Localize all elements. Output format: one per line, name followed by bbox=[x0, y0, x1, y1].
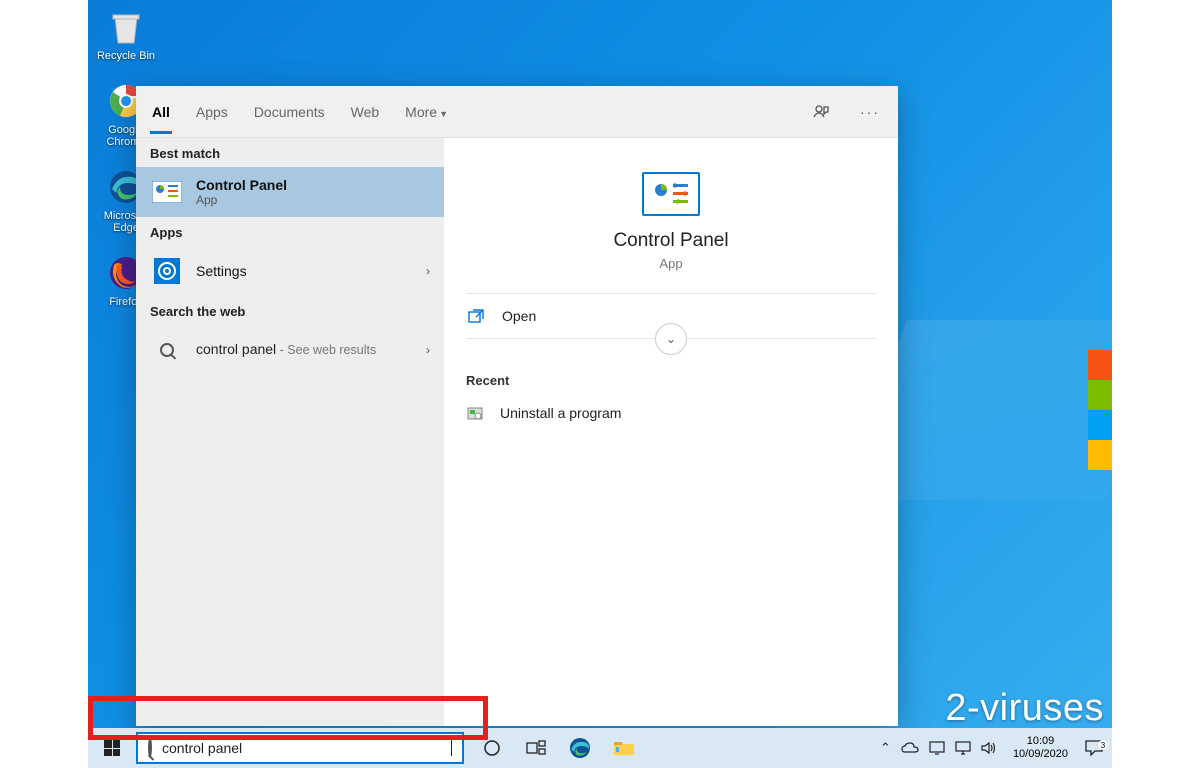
watermark-text: 2-viruses bbox=[945, 687, 1104, 730]
system-tray: ⌃ bbox=[872, 740, 1005, 756]
task-view-icon[interactable] bbox=[514, 728, 558, 768]
desktop-icon-label: Recycle Bin bbox=[97, 50, 155, 62]
chevron-right-icon: › bbox=[426, 343, 430, 357]
control-panel-icon bbox=[150, 175, 184, 209]
recent-item[interactable]: Uninstall a program bbox=[466, 398, 876, 428]
details-title: Control Panel bbox=[613, 230, 728, 252]
desktop-icon-recycle-bin[interactable]: Recycle Bin bbox=[96, 6, 156, 62]
tab-documents[interactable]: Documents bbox=[252, 90, 327, 134]
text-cursor bbox=[451, 740, 452, 756]
recycle-bin-icon bbox=[105, 6, 147, 48]
onedrive-icon[interactable] bbox=[901, 742, 919, 754]
search-icon bbox=[150, 333, 184, 367]
apps-header: Apps bbox=[136, 217, 444, 246]
cortana-icon[interactable] bbox=[470, 728, 514, 768]
recent-header: Recent bbox=[466, 373, 876, 388]
result-title: Settings bbox=[196, 263, 426, 279]
result-web-search[interactable]: control panel - See web results › bbox=[136, 325, 444, 375]
tab-apps[interactable]: Apps bbox=[194, 90, 230, 134]
web-header: Search the web bbox=[136, 296, 444, 325]
start-button[interactable] bbox=[88, 728, 136, 768]
search-tabs: All Apps Documents Web More▼ ··· bbox=[136, 86, 898, 138]
result-subtitle: App bbox=[196, 193, 430, 207]
volume-icon[interactable] bbox=[981, 741, 997, 755]
taskbar: ⌃ 10:09 10/09/2020 3 bbox=[88, 728, 1112, 768]
feedback-icon[interactable] bbox=[808, 99, 834, 125]
control-panel-icon bbox=[642, 172, 700, 216]
network-icon[interactable] bbox=[955, 741, 971, 755]
best-match-header: Best match bbox=[136, 138, 444, 167]
details-subtitle: App bbox=[659, 256, 682, 271]
search-details-pane: Control Panel App Open ⌄ Recent bbox=[444, 138, 898, 726]
input-indicator-icon[interactable] bbox=[929, 741, 945, 755]
result-title: Control Panel bbox=[196, 177, 430, 193]
taskbar-search-box[interactable] bbox=[136, 732, 464, 764]
tab-web[interactable]: Web bbox=[349, 90, 382, 134]
search-input[interactable] bbox=[162, 740, 451, 756]
web-suffix: - See web results bbox=[276, 343, 376, 357]
settings-icon bbox=[150, 254, 184, 288]
tab-more[interactable]: More▼ bbox=[403, 90, 450, 134]
desktop: Recycle Bin Google Chrome Microsoft Edge… bbox=[88, 0, 1112, 768]
open-icon bbox=[468, 309, 490, 323]
start-search-flyout: All Apps Documents Web More▼ ··· Best ma… bbox=[136, 86, 898, 726]
overflow-icon[interactable]: ··· bbox=[856, 100, 884, 124]
result-control-panel[interactable]: Control Panel App bbox=[136, 167, 444, 217]
expand-chevron-icon[interactable]: ⌄ bbox=[655, 323, 687, 355]
search-results-pane: Best match Control Panel App Apps Sett bbox=[136, 138, 444, 726]
tray-chevron-up-icon[interactable]: ⌃ bbox=[880, 740, 891, 756]
result-settings[interactable]: Settings › bbox=[136, 246, 444, 296]
taskbar-app-explorer[interactable] bbox=[602, 728, 646, 768]
action-label: Open bbox=[502, 308, 536, 324]
tab-all[interactable]: All bbox=[150, 90, 172, 134]
clock-time: 10:09 bbox=[1013, 735, 1068, 748]
details-hero: Control Panel App bbox=[466, 160, 876, 294]
action-center-icon[interactable]: 3 bbox=[1076, 740, 1112, 756]
clock-date: 10/09/2020 bbox=[1013, 748, 1068, 761]
windows-logo-icon bbox=[104, 740, 120, 756]
chevron-right-icon: › bbox=[426, 264, 430, 278]
recent-item-label: Uninstall a program bbox=[500, 405, 621, 421]
taskbar-app-edge[interactable] bbox=[558, 728, 602, 768]
search-icon bbox=[148, 739, 152, 757]
windows-logo-accent bbox=[1088, 350, 1112, 470]
notification-badge: 3 bbox=[1098, 740, 1108, 750]
uninstall-program-icon bbox=[466, 404, 488, 422]
taskbar-clock[interactable]: 10:09 10/09/2020 bbox=[1005, 735, 1076, 761]
web-query: control panel bbox=[196, 341, 276, 357]
